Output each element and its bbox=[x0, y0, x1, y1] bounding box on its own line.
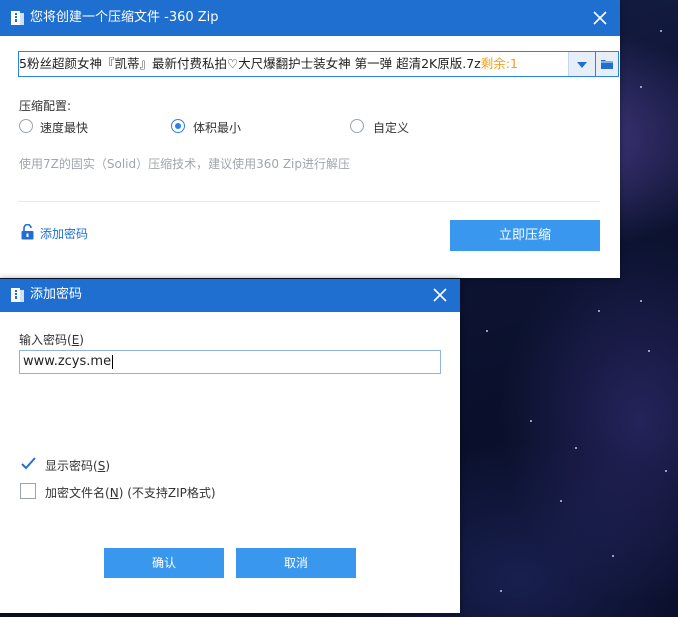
path-dropdown-button[interactable] bbox=[568, 52, 595, 76]
free-space-label: 剩余:161.9GB bbox=[480, 56, 519, 71]
radio-fastest[interactable] bbox=[19, 119, 33, 133]
text-caret bbox=[112, 354, 114, 369]
divider bbox=[18, 201, 600, 202]
unlock-icon bbox=[21, 224, 34, 240]
archive-path-field[interactable]: 5粉丝超颜女神『凯蒂』最新付费私拍♡大尺爆翻护士装女神 第一弹 超清2K原版.7… bbox=[19, 52, 519, 76]
compress-window: 您将创建一个压缩文件 -360 Zip 5粉丝超颜女神『凯蒂』最新付费私拍♡大尺… bbox=[0, 0, 620, 278]
add-password-dialog: 添加密码 输入密码(E) www.zcys.me 显示密码(S) 加密文件名(N… bbox=[0, 279, 460, 613]
archive-path-combobox[interactable]: 5粉丝超颜女神『凯蒂』最新付费私拍♡大尺爆翻护士装女神 第一弹 超清2K原版.7… bbox=[18, 51, 619, 77]
zip-app-icon bbox=[11, 11, 24, 25]
compress-window-titlebar[interactable]: 您将创建一个压缩文件 -360 Zip bbox=[0, 0, 620, 36]
option-smallest-label: 体积最小 bbox=[193, 121, 242, 135]
compress-now-button[interactable]: 立即压缩 bbox=[450, 220, 600, 251]
encrypt-filenames-checkbox[interactable] bbox=[20, 483, 36, 499]
ok-button[interactable]: 确认 bbox=[104, 548, 224, 578]
compress-window-title: 您将创建一个压缩文件 -360 Zip bbox=[30, 10, 219, 25]
password-value: www.zcys.me bbox=[23, 354, 112, 369]
cancel-button[interactable]: 取消 bbox=[236, 548, 356, 578]
solid-compression-hint: 使用7Z的固实（Solid）压缩技术，建议使用360 Zip进行解压 bbox=[19, 157, 350, 171]
password-dialog-title: 添加密码 bbox=[30, 287, 83, 302]
folder-icon bbox=[601, 60, 613, 69]
add-password-label: 添加密码 bbox=[40, 227, 89, 241]
radio-custom[interactable] bbox=[350, 119, 364, 133]
compression-config-label: 压缩配置: bbox=[19, 99, 72, 113]
radio-smallest[interactable] bbox=[171, 119, 185, 133]
close-icon[interactable] bbox=[432, 287, 448, 303]
archive-path-value: 5粉丝超颜女神『凯蒂』最新付费私拍♡大尺爆翻护士装女神 第一弹 超清2K原版.7… bbox=[19, 56, 481, 71]
option-custom-label: 自定义 bbox=[373, 121, 410, 135]
option-fastest-label: 速度最快 bbox=[40, 121, 89, 135]
show-password-label: 显示密码(S) bbox=[45, 459, 111, 473]
close-icon[interactable] bbox=[592, 10, 608, 26]
zip-app-icon bbox=[11, 288, 24, 302]
browse-folder-button[interactable] bbox=[595, 51, 619, 77]
checkmark-icon[interactable] bbox=[20, 456, 36, 472]
password-input[interactable]: www.zcys.me bbox=[19, 350, 441, 374]
password-input-label: 输入密码(E) bbox=[19, 333, 84, 347]
encrypt-filenames-label: 加密文件名(N) (不支持ZIP格式) bbox=[45, 486, 216, 500]
password-dialog-titlebar[interactable]: 添加密码 bbox=[0, 279, 460, 312]
